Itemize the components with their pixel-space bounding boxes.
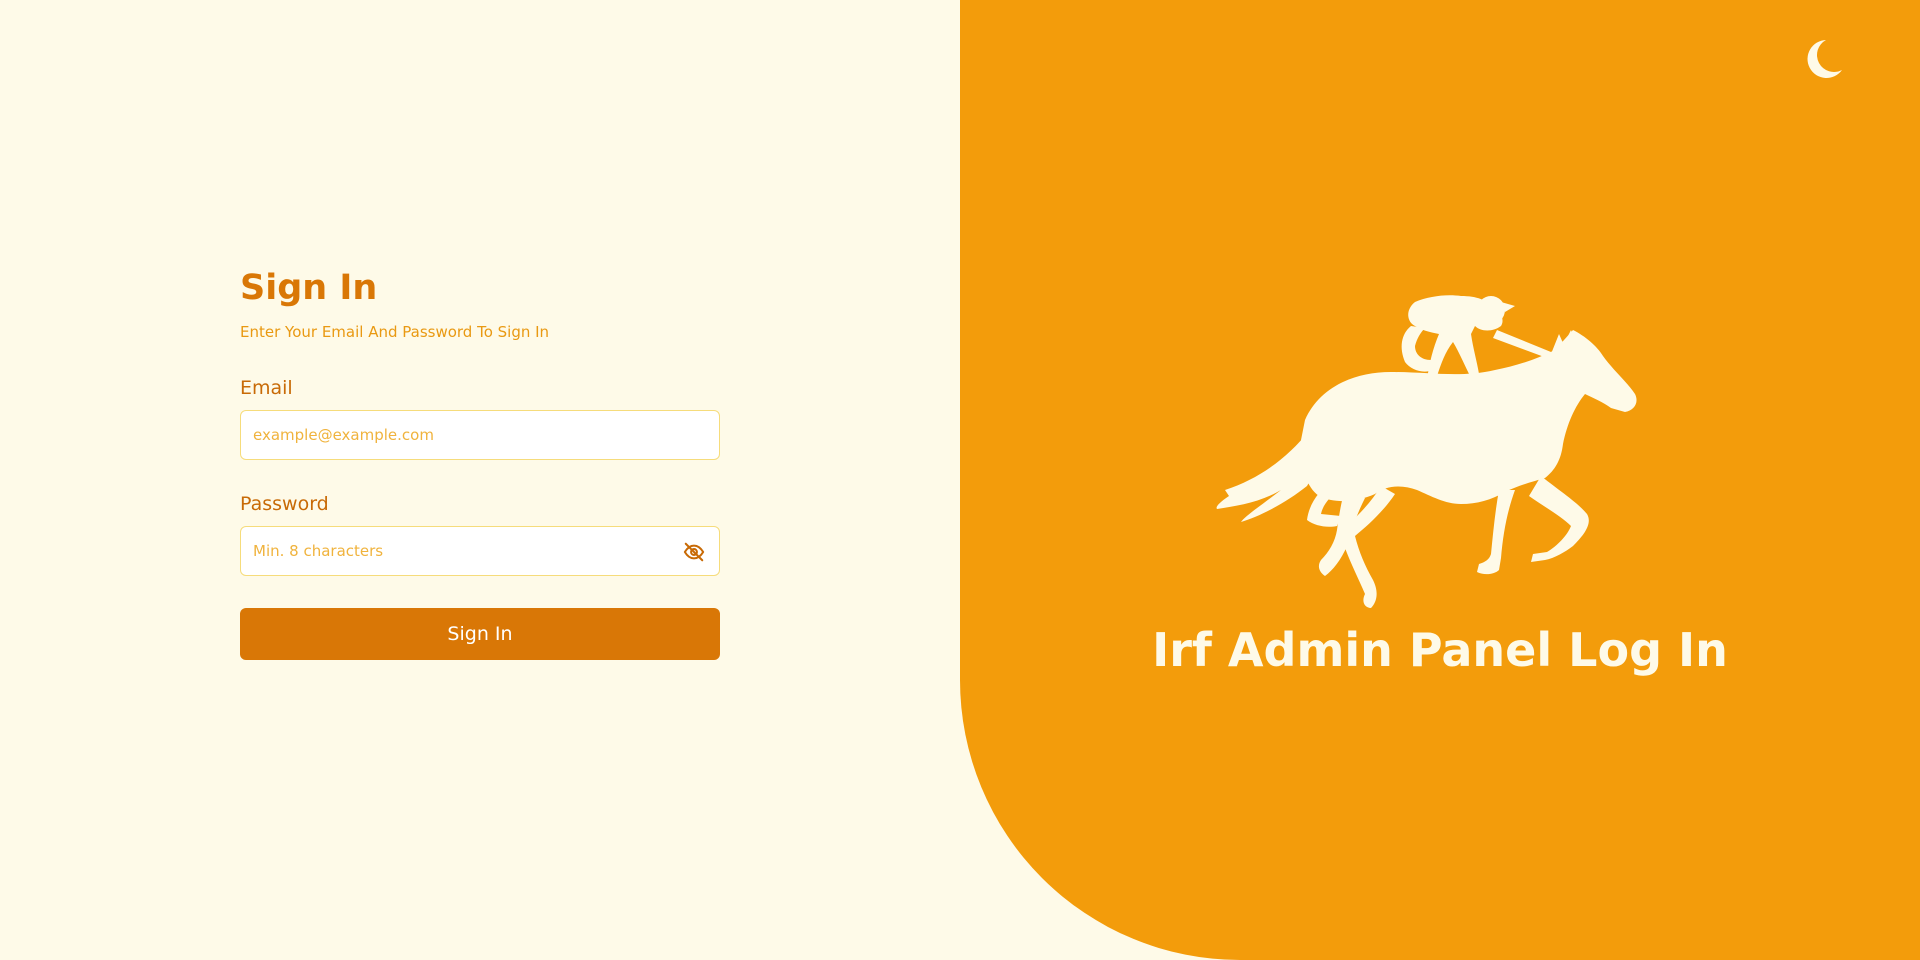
- sign-in-button[interactable]: Sign In: [240, 608, 720, 660]
- email-field[interactable]: [241, 411, 719, 459]
- email-field-wrapper: [240, 410, 720, 460]
- signin-title: Sign In: [240, 268, 378, 308]
- brand-panel: Irf Admin Panel Log In: [960, 0, 1920, 960]
- password-field-wrapper: [240, 526, 720, 576]
- login-page: Sign In Enter Your Email And Password To…: [0, 0, 1920, 960]
- password-field[interactable]: [241, 527, 719, 575]
- signin-form: Sign In Enter Your Email And Password To…: [240, 266, 720, 660]
- eye-off-icon[interactable]: [683, 541, 705, 563]
- brand-title: Irf Admin Panel Log In: [1152, 623, 1728, 677]
- email-label: Email: [240, 377, 293, 399]
- password-label: Password: [240, 493, 329, 515]
- horse-jockey-icon: [1216, 295, 1637, 608]
- signin-subtitle: Enter Your Email And Password To Sign In: [240, 323, 550, 341]
- moon-icon[interactable]: [1800, 36, 1846, 82]
